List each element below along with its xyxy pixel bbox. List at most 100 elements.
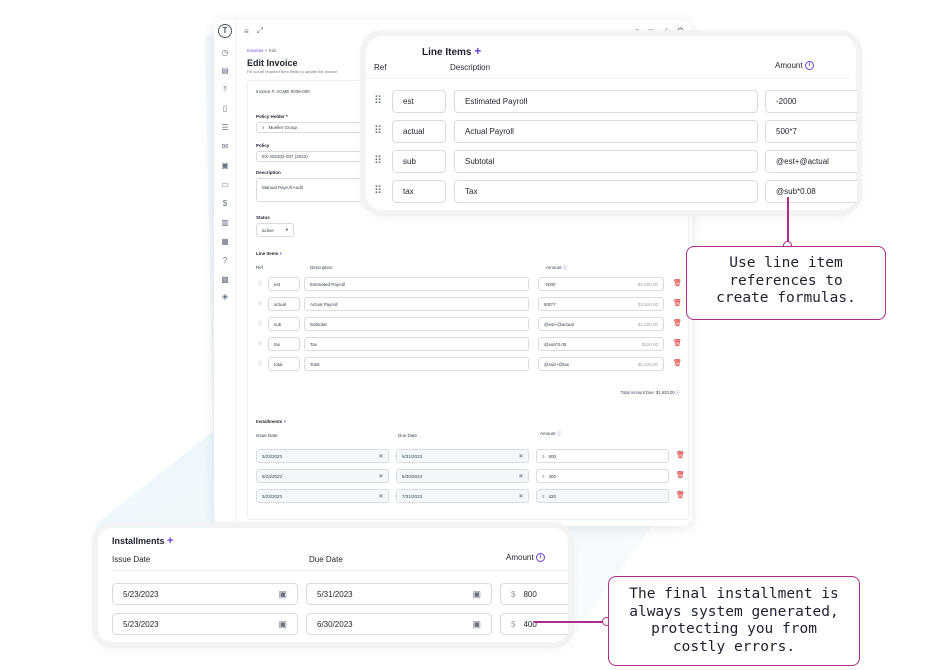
- installment-amount-input[interactable]: $400: [500, 613, 568, 635]
- due-date-input[interactable]: 5/31/2023 ▣: [306, 583, 492, 605]
- description-input[interactable]: Tax: [454, 180, 758, 203]
- issue-date-input[interactable]: 5/23/2023 ▣: [256, 469, 389, 483]
- description-input[interactable]: Actual Payroll: [454, 120, 758, 143]
- calendar-icon[interactable]: ▣: [379, 473, 383, 479]
- ref-input[interactable]: est: [268, 277, 300, 291]
- invoice-icon[interactable]: ▥: [220, 218, 230, 228]
- policy-holder-select[interactable]: ⌕ Mueller Group: [256, 122, 366, 133]
- issue-date-input[interactable]: 5/23/2023 ▣: [256, 489, 389, 503]
- help-icon[interactable]: ?: [220, 256, 230, 266]
- description-textarea[interactable]: Manual Payroll Audit: [256, 178, 366, 202]
- edit-doc-icon[interactable]: ▤: [220, 66, 230, 76]
- card-icon[interactable]: ▭: [220, 180, 230, 190]
- info-icon[interactable]: ⓘ: [563, 265, 568, 270]
- trash-icon[interactable]: 🗑︎: [673, 299, 682, 307]
- drag-handle-icon[interactable]: ⠿: [258, 361, 261, 367]
- description-input[interactable]: Total: [304, 357, 529, 371]
- calendar-icon[interactable]: ▣: [278, 589, 287, 600]
- amount-input[interactable]: 500*7: [765, 120, 857, 143]
- ref-input[interactable]: est: [392, 90, 446, 113]
- calendar-icon[interactable]: ▣: [379, 493, 383, 499]
- add-installment-button[interactable]: +: [284, 419, 287, 424]
- ref-input[interactable]: tax: [268, 337, 300, 351]
- calendar-icon[interactable]: ▣: [278, 619, 287, 630]
- calendar-icon[interactable]: ▣: [379, 453, 383, 459]
- drag-handle-icon[interactable]: ⠿: [374, 184, 382, 197]
- description-input[interactable]: Subtotal: [454, 150, 758, 173]
- description-input[interactable]: Estimated Payroll: [454, 90, 758, 113]
- report-icon[interactable]: ▩: [220, 275, 230, 285]
- amount-input[interactable]: 500*7 $3,500.00: [538, 297, 664, 311]
- policy-select[interactable]: EX-202302-037 (2023): [256, 151, 366, 162]
- upload-icon[interactable]: ⤒: [220, 85, 230, 95]
- shield-icon[interactable]: ◈: [220, 292, 230, 302]
- calendar-icon[interactable]: ▣: [472, 589, 481, 600]
- description-input[interactable]: Tax: [304, 337, 529, 351]
- issue-date-input[interactable]: 5/23/2023 ▣: [112, 583, 298, 605]
- calendar-icon[interactable]: ▣: [519, 493, 523, 499]
- ref-input[interactable]: sub: [392, 150, 446, 173]
- calendar-icon[interactable]: ▣: [472, 619, 481, 630]
- trash-icon[interactable]: 🗑︎: [673, 339, 682, 347]
- ref-input[interactable]: sub: [268, 317, 300, 331]
- amount-input[interactable]: @est+@actual $1,500.00: [538, 317, 664, 331]
- issue-date-input[interactable]: 5/23/2023 ▣: [256, 449, 389, 463]
- due-date-input[interactable]: 5/31/2023 ▣: [396, 449, 529, 463]
- amount-input[interactable]: -2000 -$2,000.00: [538, 277, 664, 291]
- add-line-item-zoom-button[interactable]: +: [474, 44, 481, 58]
- info-icon[interactable]: ⓘ: [557, 431, 562, 436]
- description-input[interactable]: Estimated Payroll: [304, 277, 529, 291]
- ref-input[interactable]: actual: [268, 297, 300, 311]
- drag-handle-icon[interactable]: ⠿: [374, 124, 382, 137]
- drag-handle-icon[interactable]: ⠿: [258, 321, 261, 327]
- drag-handle-icon[interactable]: ⠿: [258, 341, 261, 347]
- due-date-input[interactable]: 7/31/2023 ▣: [396, 489, 529, 503]
- due-date-input[interactable]: 6/30/2023 ▣: [306, 613, 492, 635]
- add-installment-zoom-button[interactable]: +: [167, 535, 173, 547]
- trash-icon[interactable]: 🗑︎: [676, 491, 685, 499]
- trash-icon[interactable]: 🗑︎: [673, 359, 682, 367]
- trash-icon[interactable]: 🗑︎: [673, 279, 682, 287]
- ref-input[interactable]: actual: [392, 120, 446, 143]
- due-date-input[interactable]: 6/30/2023 ▣: [396, 469, 529, 483]
- logo-icon[interactable]: T: [218, 24, 232, 38]
- dashboard-icon[interactable]: ◷: [220, 48, 230, 58]
- amount-input[interactable]: -2000: [765, 90, 857, 113]
- mail-icon[interactable]: ▭: [647, 26, 655, 36]
- amount-input[interactable]: @sub*0.08 $120.00: [538, 337, 664, 351]
- amount-input[interactable]: @sub+@tax $1,620.00: [538, 357, 664, 371]
- amount-input[interactable]: @est+@actual: [765, 150, 857, 173]
- trash-icon[interactable]: 🗑︎: [676, 471, 685, 479]
- lock-icon[interactable]: ▣: [220, 161, 230, 171]
- info-icon[interactable]: i: [535, 553, 545, 563]
- calendar-icon[interactable]: ▣: [519, 473, 523, 479]
- ref-input[interactable]: total: [268, 357, 300, 371]
- description-input[interactable]: Subtotal: [304, 317, 529, 331]
- installment-amount-input[interactable]: $800: [500, 583, 568, 605]
- file-icon[interactable]: ▯: [220, 104, 230, 114]
- status-select[interactable]: active ▾: [256, 223, 294, 237]
- mail-icon[interactable]: ✉: [220, 142, 230, 152]
- amount-input[interactable]: @sub*0.08: [765, 180, 857, 203]
- issue-date-input[interactable]: 5/23/2023 ▣: [112, 613, 298, 635]
- add-line-item-button[interactable]: +: [280, 251, 283, 256]
- trash-icon[interactable]: 🗑︎: [673, 319, 682, 327]
- info-icon[interactable]: i: [804, 61, 814, 71]
- description-input[interactable]: Actual Payroll: [304, 297, 529, 311]
- drag-handle-icon[interactable]: ⠿: [374, 94, 382, 107]
- drag-handle-icon[interactable]: ⠿: [258, 281, 261, 287]
- calendar-icon[interactable]: ▣: [519, 453, 523, 459]
- installment-amount-input[interactable]: $400: [536, 469, 669, 483]
- dollar-icon[interactable]: $: [220, 199, 230, 209]
- ref-input[interactable]: tax: [392, 180, 446, 203]
- menu-icon[interactable]: ≡: [244, 27, 249, 36]
- list-icon[interactable]: ☰: [220, 123, 230, 133]
- breadcrumb-invoices[interactable]: Invoices: [247, 48, 264, 53]
- doc-search-icon[interactable]: ▦: [220, 237, 230, 247]
- settings-icon[interactable]: ⚙: [677, 26, 684, 36]
- drag-handle-icon[interactable]: ⠿: [258, 301, 261, 307]
- bell-icon[interactable]: ♫: [663, 26, 669, 36]
- expand-icon[interactable]: ⤢: [257, 26, 263, 36]
- search-icon[interactable]: ⌕: [635, 26, 639, 36]
- installment-amount-input[interactable]: $800: [536, 449, 669, 463]
